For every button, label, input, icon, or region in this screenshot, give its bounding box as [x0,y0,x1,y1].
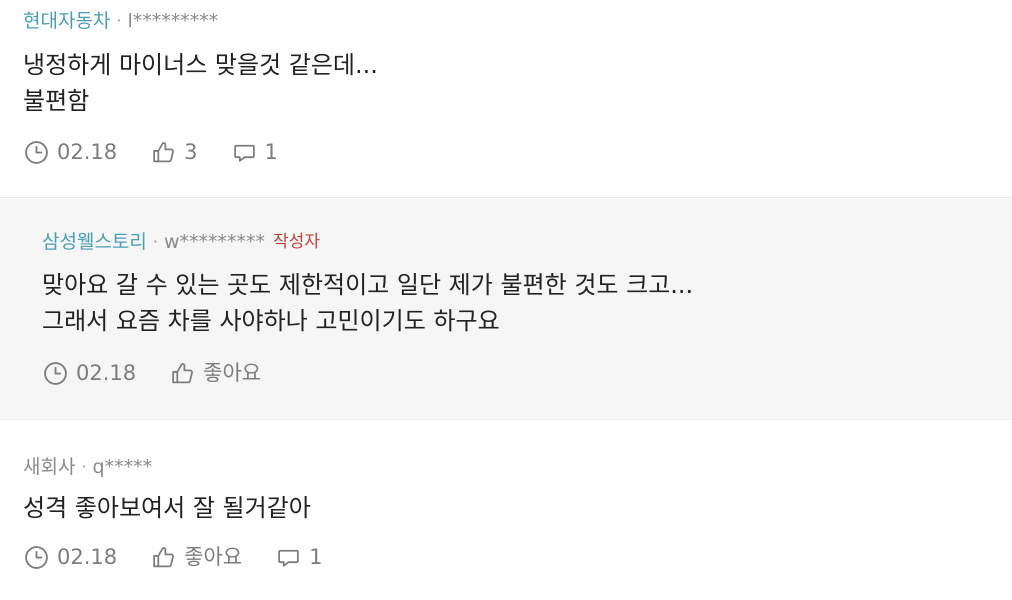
thumbs-up-icon [153,142,175,163]
thumbs-up-icon [153,547,175,568]
username: l********* [127,10,219,32]
comment-line: 불편함 [23,87,90,115]
reply-count: 1 [309,545,323,569]
date-text: 02.18 [57,140,118,164]
username: w********* [163,231,266,253]
meta-separator: · [152,232,158,251]
comment-text: 냉정하게 마이너스 맞을것 같은데... 불편함 [23,47,378,119]
like-count: 3 [184,140,198,164]
comment-date: 02.18 [24,140,117,165]
company-name[interactable]: 현대자동차 [23,9,110,33]
clock-icon [44,362,67,385]
reply-comment-item: 삼성웰스토리 · w********* 작성자 맞아요 갈 수 있는 곳도 제한… [0,197,1012,420]
comment-line: 냉정하게 마이너스 맞을것 같은데... [23,51,378,79]
comment-item: 현대자동차 · l********* 냉정하게 마이너스 맞을것 같은데... … [0,0,1012,197]
like-button[interactable]: 좋아요 [170,361,261,386]
date-text: 02.18 [57,545,118,569]
comment-meta: 삼성웰스토리 · w********* 작성자 [42,230,320,254]
company-name[interactable]: 삼성웰스토리 [42,230,147,254]
reply-count: 1 [264,140,278,164]
meta-separator: · [81,457,87,476]
comment-text: 성격 좋아보여서 잘 될거같아 [23,490,311,526]
comment-actions: 02.18 좋아요 1 [24,545,356,570]
comment-date: 02.18 [43,361,136,386]
like-label: 좋아요 [203,361,262,385]
speech-bubble-icon [233,144,255,162]
clock-icon [25,141,48,164]
comment-item: 새회사 · q***** 성격 좋아보여서 잘 될거같아 02.18 좋아요 1 [0,420,1012,600]
like-label: 좋아요 [184,545,243,569]
comment-date: 02.18 [24,545,117,570]
comment-actions: 02.18 좋아요 [43,361,295,386]
meta-separator: · [116,11,122,30]
like-button[interactable]: 좋아요 [151,545,242,570]
reply-button[interactable]: 1 [232,140,278,165]
comment-line: 그래서 요즘 차를 사야하나 고민이기도 하구요 [42,307,500,335]
reply-button[interactable]: 1 [276,545,322,570]
username: q***** [92,456,153,478]
comment-line: 성격 좋아보여서 잘 될거같아 [23,494,311,522]
company-name[interactable]: 새회사 [23,455,75,479]
clock-icon [25,546,48,569]
author-badge: 작성자 [273,232,320,252]
date-text: 02.18 [76,361,137,385]
like-button[interactable]: 3 [151,140,198,165]
comment-actions: 02.18 3 1 [24,140,312,165]
comment-meta: 새회사 · q***** [23,455,152,479]
speech-bubble-icon [278,549,299,567]
comment-meta: 현대자동차 · l********* [23,9,218,33]
thumbs-up-icon [172,363,194,384]
comment-line: 맞아요 갈 수 있는 곳도 제한적이고 일단 제가 불편한 것도 크고... [42,271,694,299]
comment-text: 맞아요 갈 수 있는 곳도 제한적이고 일단 제가 불편한 것도 크고... 그… [42,267,693,339]
